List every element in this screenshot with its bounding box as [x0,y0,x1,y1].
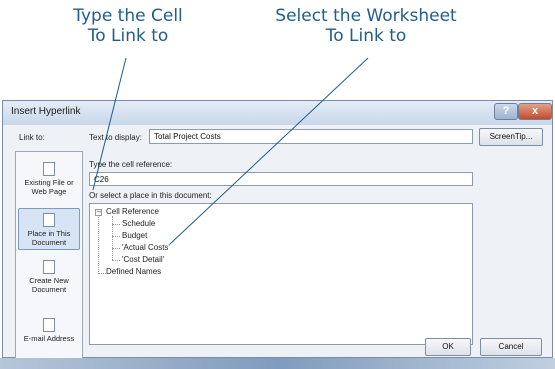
leader-line-cell [92,57,127,191]
callout-leader-lines [92,57,369,245]
leader-line-worksheet [169,57,369,245]
